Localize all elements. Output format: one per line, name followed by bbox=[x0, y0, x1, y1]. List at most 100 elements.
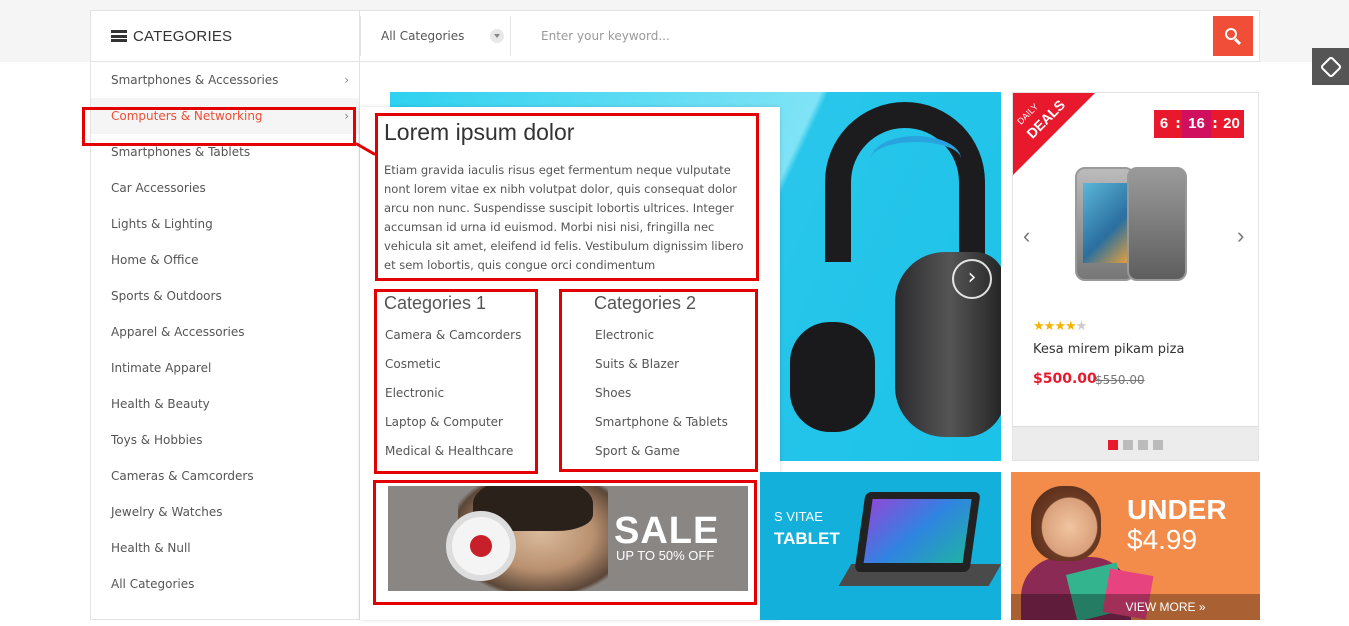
mega-link[interactable]: Laptop & Computer bbox=[385, 415, 521, 444]
mega-link[interactable]: Cosmetic bbox=[385, 357, 521, 386]
deal-pagination-bar bbox=[1013, 426, 1258, 460]
sidebar-item-jewelry-watches[interactable]: Jewelry & Watches bbox=[91, 494, 359, 530]
categories-1-list: Camera & Camcorders Cosmetic Electronic … bbox=[385, 328, 521, 473]
star-icon: ★ bbox=[1064, 319, 1077, 334]
chevron-down-icon bbox=[490, 29, 504, 43]
timer-minutes: 16 bbox=[1182, 110, 1211, 138]
sidebar-item-label: Smartphones & Tablets bbox=[111, 145, 251, 159]
under-banner-price: $4.99 bbox=[1127, 524, 1198, 555]
search-icon bbox=[1225, 28, 1237, 40]
headphone-icon bbox=[446, 511, 516, 581]
mega-link[interactable]: Shoes bbox=[595, 386, 728, 415]
tablet-banner-line2: TABLET bbox=[774, 529, 840, 548]
sidebar-item-computers-networking[interactable]: Computers & Networking › bbox=[91, 98, 359, 134]
under-banner-line1: UNDER bbox=[1127, 494, 1227, 525]
search-category-value: All Categories bbox=[381, 29, 465, 43]
categories-2-title: Categories 2 bbox=[594, 293, 697, 313]
mega-link[interactable]: Electronic bbox=[595, 328, 728, 357]
categories-header[interactable]: CATEGORIES bbox=[90, 10, 360, 62]
sale-title: SALE bbox=[614, 510, 720, 552]
under-price-banner[interactable]: UNDER $4.99 VIEW MORE » bbox=[1011, 472, 1260, 620]
sidebar-item-label: Smartphones & Accessories bbox=[111, 73, 279, 87]
sale-subtitle: UP TO 50% OFF bbox=[616, 548, 715, 563]
chevron-right-icon: › bbox=[344, 109, 349, 123]
sidebar-item-label: Health & Beauty bbox=[111, 397, 210, 411]
sidebar-item-label: Car Accessories bbox=[111, 181, 206, 195]
mega-menu-description: Etiam gravida iaculis risus eget ferment… bbox=[384, 163, 744, 272]
phone-image-front[interactable] bbox=[1075, 167, 1135, 281]
mega-menu-title: Lorem ipsum dolor bbox=[384, 119, 575, 145]
sale-banner[interactable]: SALE UP TO 50% OFF bbox=[388, 486, 748, 591]
star-icon: ★ bbox=[1054, 319, 1066, 334]
sidebar-item-label: Home & Office bbox=[111, 253, 199, 267]
sidebar-item-label: Cameras & Camcorders bbox=[111, 469, 254, 483]
deal-next-arrow-icon[interactable]: › bbox=[1237, 223, 1244, 249]
pagination-dot[interactable] bbox=[1153, 440, 1163, 450]
sidebar-item-smartphones-tablets[interactable]: Smartphones & Tablets bbox=[91, 134, 359, 170]
sidebar-item-health-beauty[interactable]: Health & Beauty bbox=[91, 386, 359, 422]
sidebar-item-label: Health & Null bbox=[111, 541, 191, 555]
timer-hours: 6 bbox=[1154, 110, 1174, 138]
rating-stars: ★★★★★ bbox=[1033, 319, 1087, 334]
gear-icon bbox=[1319, 55, 1342, 78]
star-icon: ★ bbox=[1043, 319, 1056, 334]
sidebar-item-lights-lighting[interactable]: Lights & Lighting bbox=[91, 206, 359, 242]
deal-product-name[interactable]: Kesa mirem pikam piza bbox=[1033, 342, 1184, 357]
mega-link[interactable]: Camera & Camcorders bbox=[385, 328, 521, 357]
sidebar-item-car-accessories[interactable]: Car Accessories bbox=[91, 170, 359, 206]
pagination-dot[interactable] bbox=[1123, 440, 1133, 450]
mega-link[interactable]: Smartphone & Tablets bbox=[595, 415, 728, 444]
sidebar-item-smartphones-accessories[interactable]: Smartphones & Accessories › bbox=[91, 62, 359, 98]
mega-link[interactable]: Electronic bbox=[385, 386, 521, 415]
sidebar-item-label: Computers & Networking bbox=[111, 109, 263, 123]
timer-separator: : bbox=[1174, 110, 1182, 138]
model-face-image bbox=[1031, 486, 1101, 561]
chevron-right-icon: › bbox=[344, 73, 349, 87]
phone-image-back[interactable] bbox=[1127, 167, 1187, 281]
list-icon bbox=[111, 30, 127, 42]
categories-title: CATEGORIES bbox=[133, 27, 233, 45]
category-sidebar: Smartphones & Accessories › Computers & … bbox=[90, 62, 360, 620]
search-button[interactable] bbox=[1213, 16, 1253, 56]
sidebar-item-all-categories[interactable]: All Categories bbox=[91, 566, 359, 602]
pagination-dot[interactable] bbox=[1138, 440, 1148, 450]
sidebar-item-apparel-accessories[interactable]: Apparel & Accessories bbox=[91, 314, 359, 350]
mega-menu: Lorem ipsum dolor Etiam gravida iaculis … bbox=[360, 107, 780, 620]
mega-link[interactable]: Suits & Blazer bbox=[595, 357, 728, 386]
sidebar-item-label: Sports & Outdoors bbox=[111, 289, 222, 303]
headphone-image bbox=[825, 102, 985, 262]
categories-2-list: Electronic Suits & Blazer Shoes Smartpho… bbox=[595, 328, 728, 473]
sidebar-item-toys-hobbies[interactable]: Toys & Hobbies bbox=[91, 422, 359, 458]
deal-old-price: $550.00 bbox=[1095, 373, 1145, 387]
sidebar-item-home-office[interactable]: Home & Office bbox=[91, 242, 359, 278]
tablet-image bbox=[854, 492, 981, 572]
sidebar-item-label: Lights & Lighting bbox=[111, 217, 213, 231]
timer-seconds: 20 bbox=[1219, 110, 1244, 138]
mega-link[interactable]: Medical & Healthcare bbox=[385, 444, 521, 473]
sidebar-item-label: All Categories bbox=[111, 577, 195, 591]
deal-price: $500.00 bbox=[1033, 371, 1097, 387]
sidebar-item-intimate-apparel[interactable]: Intimate Apparel bbox=[91, 350, 359, 386]
sidebar-item-health-null[interactable]: Health & Null bbox=[91, 530, 359, 566]
view-more-link[interactable]: VIEW MORE » bbox=[1011, 594, 1260, 620]
sidebar-item-label: Jewelry & Watches bbox=[111, 505, 223, 519]
sidebar-item-label: Toys & Hobbies bbox=[111, 433, 203, 447]
search-category-select[interactable]: All Categories bbox=[360, 16, 510, 56]
headphone-cup bbox=[790, 322, 875, 432]
daily-deals-panel: DAILY DEALS 6 : 16 : 20 ‹ › ★★★★★ Kesa m… bbox=[1012, 92, 1259, 461]
hero-next-arrow-icon[interactable]: › bbox=[952, 259, 992, 299]
deal-prev-arrow-icon[interactable]: ‹ bbox=[1023, 223, 1030, 249]
categories-1-title: Categories 1 bbox=[384, 293, 487, 313]
mega-link[interactable]: Sport & Game bbox=[595, 444, 728, 473]
tablet-banner[interactable]: S VITAE TABLET bbox=[760, 472, 1001, 620]
settings-tab[interactable] bbox=[1312, 48, 1349, 85]
pagination-dot[interactable] bbox=[1108, 440, 1118, 450]
sidebar-item-sports-outdoors[interactable]: Sports & Outdoors bbox=[91, 278, 359, 314]
tablet-banner-line1: S VITAE bbox=[774, 509, 823, 524]
sidebar-item-label: Apparel & Accessories bbox=[111, 325, 245, 339]
sidebar-item-label: Intimate Apparel bbox=[111, 361, 212, 375]
search-input[interactable] bbox=[510, 16, 1213, 56]
sidebar-item-cameras-camcorders[interactable]: Cameras & Camcorders bbox=[91, 458, 359, 494]
timer-separator: : bbox=[1211, 110, 1219, 138]
star-icon: ★ bbox=[1033, 319, 1045, 334]
